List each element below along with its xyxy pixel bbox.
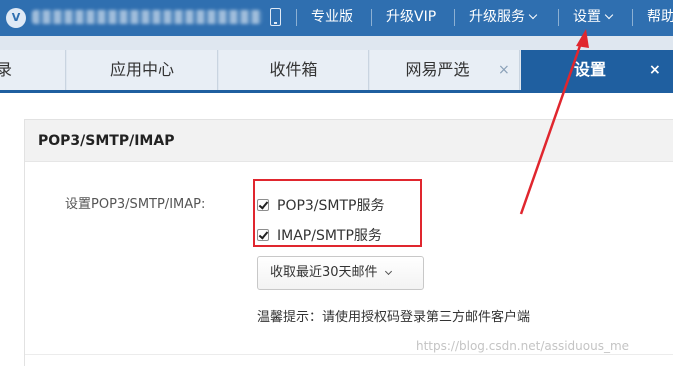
nav-pro-edition[interactable]: 专业版 [311, 8, 353, 26]
phone-icon[interactable] [270, 8, 281, 26]
tab-label: 收件箱 [269, 60, 318, 79]
tab-settings[interactable]: 设置 × [521, 50, 673, 90]
pop3-settings-panel: POP3/SMTP/IMAP 设置POP3/SMTP/IMAP: POP3/SM… [24, 119, 673, 366]
logo-icon[interactable]: V [6, 8, 26, 28]
watermark: https://blog.csdn.net/assiduous_me [416, 339, 630, 353]
tab-label: 网易严选 [405, 60, 470, 79]
separator [558, 9, 559, 26]
protocol-setting-label: 设置POP3/SMTP/IMAP: [65, 197, 206, 212]
imap-smtp-checkbox[interactable]: IMAP/SMTP服务 [257, 225, 382, 245]
chevron-down-icon [604, 10, 614, 20]
separator [296, 9, 297, 26]
top-bar: V 专业版 升级VIP 升级服务 设置 帮助 [0, 0, 673, 36]
nav-help[interactable]: 帮助 [647, 8, 673, 26]
tab-partial[interactable]: 录 [0, 50, 66, 90]
nav-settings[interactable]: 设置 [573, 8, 614, 26]
chevron-down-icon [528, 10, 538, 20]
close-icon[interactable]: × [649, 50, 661, 90]
tab-label: 应用中心 [109, 60, 174, 79]
separator [371, 9, 372, 26]
checkbox-checked-icon[interactable] [257, 199, 269, 211]
fetch-range-value: 收取最近30天邮件 [270, 265, 378, 280]
divider [25, 354, 673, 355]
panel-title: POP3/SMTP/IMAP [25, 120, 673, 162]
tab-app-center[interactable]: 应用中心 [67, 50, 218, 90]
nav-upgrade-service[interactable]: 升级服务 [469, 8, 538, 26]
tab-yanxuan[interactable]: 网易严选 × [370, 50, 520, 90]
pop3-smtp-label: POP3/SMTP服务 [277, 198, 385, 214]
chevron-down-icon [384, 267, 392, 276]
nav-upgrade-service-label: 升级服务 [469, 9, 525, 25]
nav-settings-label: 设置 [573, 9, 601, 25]
imap-smtp-label: IMAP/SMTP服务 [277, 228, 382, 244]
checkbox-checked-icon[interactable] [257, 229, 269, 241]
nav-upgrade-vip[interactable]: 升级VIP [386, 8, 436, 26]
auth-code-tip: 温馨提示：请使用授权码登录第三方邮件客户端 [257, 310, 531, 325]
separator [632, 9, 633, 26]
close-icon[interactable]: × [498, 50, 510, 90]
separator [454, 9, 455, 26]
pop3-smtp-checkbox[interactable]: POP3/SMTP服务 [257, 195, 385, 215]
account-email-blurred [32, 10, 262, 24]
tab-inbox[interactable]: 收件箱 [219, 50, 369, 90]
fetch-range-dropdown[interactable]: 收取最近30天邮件 [257, 256, 424, 290]
tab-bar: 录 应用中心 收件箱 网易严选 × 设置 × [0, 36, 673, 93]
tab-label: 录 [0, 60, 13, 79]
tab-label: 设置 [573, 60, 606, 79]
